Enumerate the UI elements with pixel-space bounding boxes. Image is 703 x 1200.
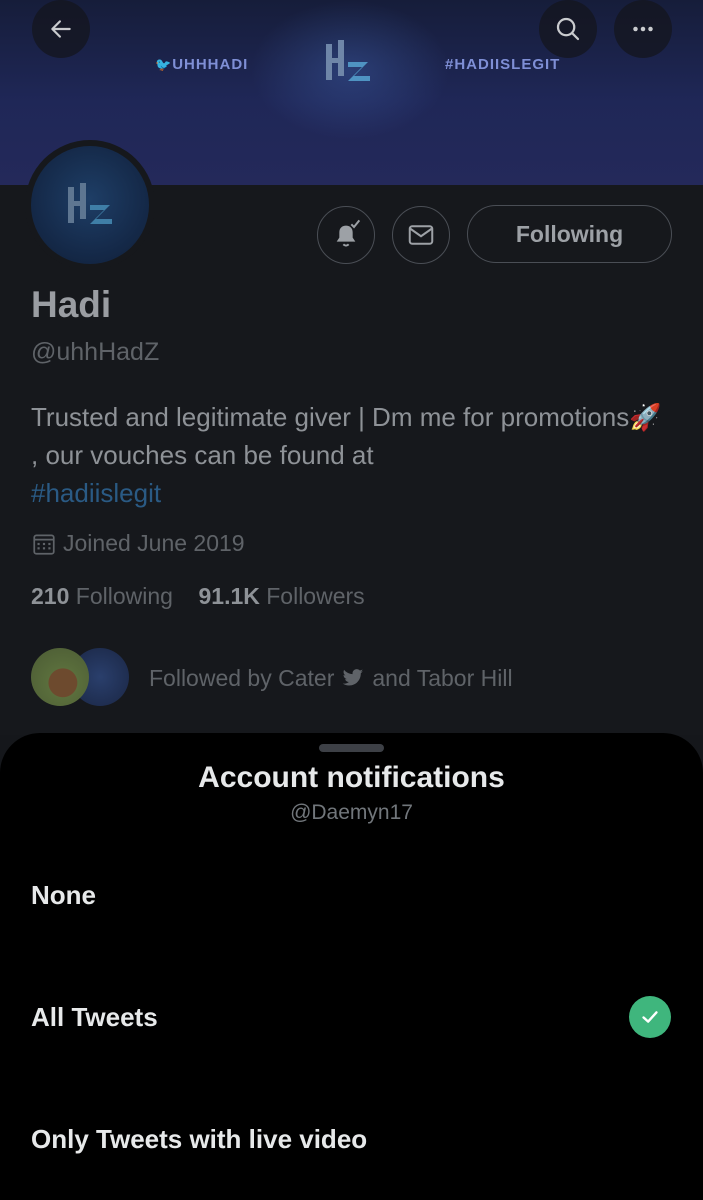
follower-avatar [31,648,89,706]
followed-by-suffix: and Tabor Hill [372,664,513,691]
profile-handle: @uhhHadZ [31,338,160,366]
twitter-bird-icon [343,669,364,686]
followers-label: Followers [266,583,365,609]
option-live-video[interactable]: Only Tweets with live video [0,1084,703,1194]
option-label: All Tweets [31,1001,158,1032]
following-count: 210 [31,583,70,609]
followed-by-avatars [31,648,131,708]
more-button[interactable] [614,0,672,58]
arrow-left-icon [51,20,71,38]
banner-right-text: #HADIISLEGIT [445,56,561,73]
sheet-title: Account notifications [198,761,505,794]
follow-stats: 210 Following 91.1K Followers [31,583,365,610]
option-label: Only Tweets with live video [31,1123,368,1154]
option-none[interactable]: None [0,840,703,950]
search-icon [556,17,580,41]
back-button[interactable] [32,0,90,58]
followed-by[interactable]: Followed by Cater and Tabor Hill [31,648,513,708]
following-label: Following [75,583,173,609]
hs-logo-icon [326,40,370,81]
more-horizontal-icon [633,26,653,32]
hs-logo-icon [68,183,112,224]
following-button[interactable]: Following [467,205,672,263]
selected-check-icon [629,996,671,1038]
profile-name: Hadi [31,284,112,325]
bio-hashtag-link[interactable]: #hadiislegit [31,478,161,508]
followers-stat[interactable]: 91.1K Followers [198,583,364,609]
banner-left-text: 🐦UHHHADI [155,56,249,73]
search-button[interactable] [539,0,597,58]
calendar-icon [33,533,55,555]
sheet-grabber[interactable] [319,744,384,752]
bio-text: Trusted and legitimate giver | Dm me for… [31,402,662,470]
avatar-image [31,146,149,264]
sheet-subtitle: @Daemyn17 [290,801,413,824]
mail-icon [408,225,434,245]
avatar[interactable] [25,140,155,270]
option-label: None [31,879,96,910]
option-all-tweets[interactable]: All Tweets [0,962,703,1072]
followed-by-prefix: Followed by Cater [149,664,335,691]
bell-check-icon [336,219,361,247]
notifications-bell-button[interactable] [317,206,375,264]
profile-bio: Trusted and legitimate giver | Dm me for… [31,398,671,512]
account-notifications-sheet: Account notifications @Daemyn17 None All… [0,733,703,1200]
joined-date: Joined June 2019 [31,530,245,557]
joined-text: Joined June 2019 [63,530,245,556]
message-button[interactable] [392,206,450,264]
followers-count: 91.1K [198,583,260,609]
twitter-bird-icon: 🐦 [155,57,173,72]
following-stat[interactable]: 210 Following [31,583,173,609]
